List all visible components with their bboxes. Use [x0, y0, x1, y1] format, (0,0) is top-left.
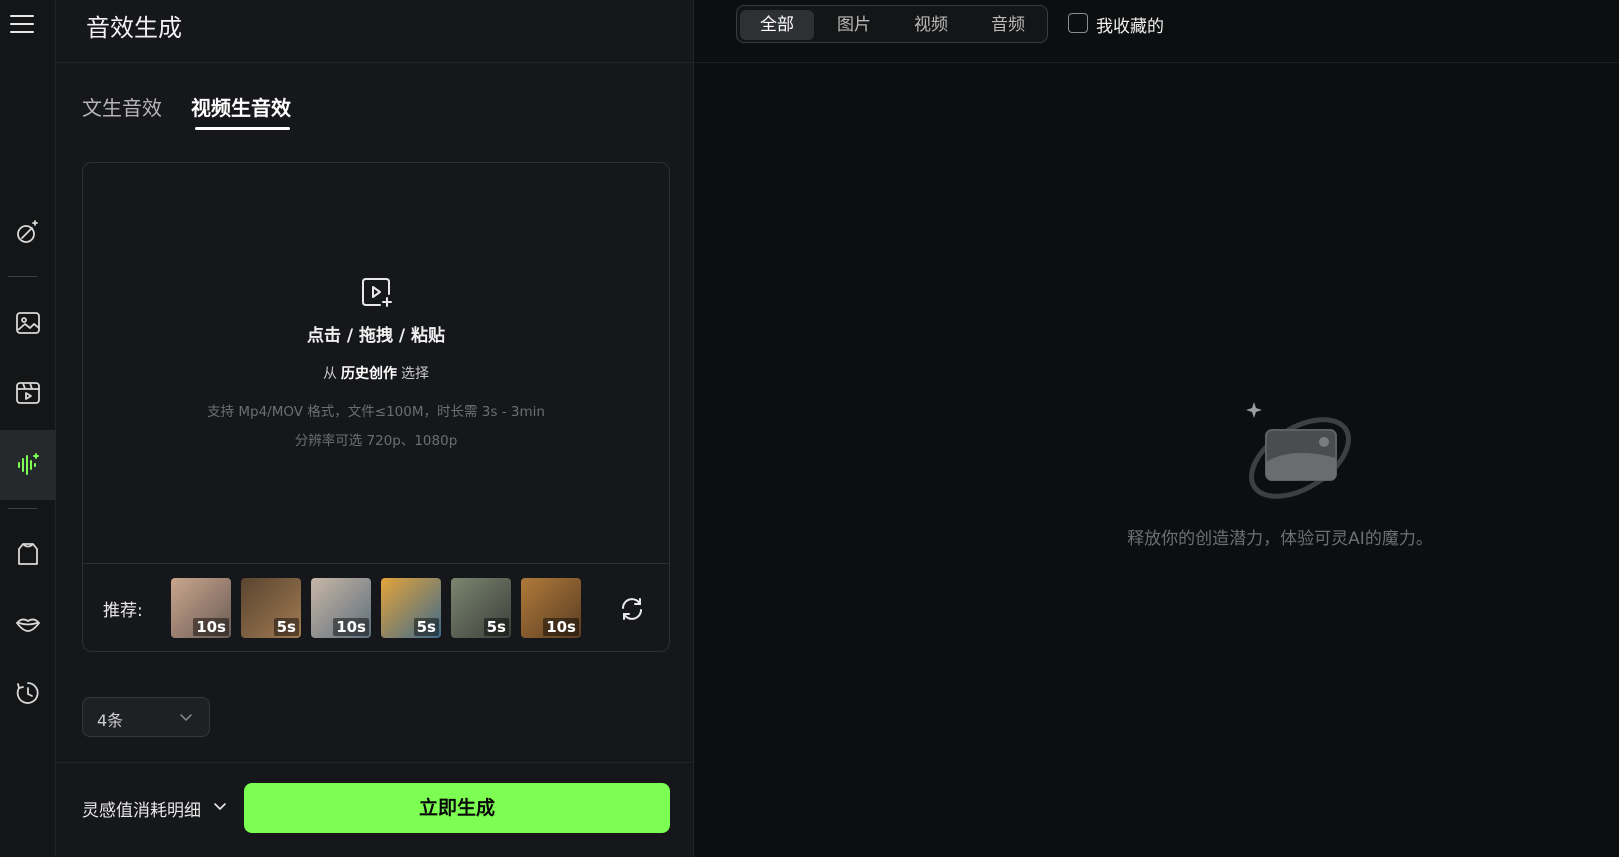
rail-sound-effect-icon[interactable] [0, 430, 56, 500]
rail-video-icon[interactable] [0, 365, 56, 421]
history-creation-link[interactable]: 历史创作 [341, 366, 397, 382]
rail-history-icon[interactable] [0, 665, 56, 721]
sound-effect-panel: 音效生成 文生音效 视频生音效 点击 / 拖拽 / 粘贴 从历史创作 选择 支持 … [56, 0, 694, 857]
page-title: 音效生成 [86, 14, 182, 42]
tab-text-to-sound[interactable]: 文生音效 [82, 92, 162, 121]
rail-clothing-icon[interactable] [0, 526, 56, 582]
tab-active-indicator [195, 127, 290, 130]
filter-video[interactable]: 视频 [894, 10, 968, 40]
resolution-hint: 分辨率可选 720p、1080p [294, 433, 458, 449]
thumbnail-duration: 5s [483, 618, 509, 636]
recommend-label: 推荐: [103, 601, 143, 621]
tab-video-to-sound[interactable]: 视频生音效 [191, 92, 291, 121]
history-select-line: 从历史创作 选择 [83, 363, 669, 383]
divider [56, 762, 694, 763]
recommend-video-thumbnail[interactable]: 10s [171, 578, 231, 638]
rail-image-icon[interactable] [0, 295, 56, 351]
divider [56, 62, 694, 63]
menu-icon[interactable] [8, 10, 36, 38]
left-rail [0, 0, 56, 857]
output-count-select[interactable]: 4条 [82, 697, 210, 737]
cost-detail-toggle[interactable]: 灵感值消耗明细 [82, 796, 201, 821]
filter-image[interactable]: 图片 [817, 10, 891, 40]
output-count-value: 4条 [97, 711, 124, 730]
rail-ai-magic-icon[interactable] [0, 204, 56, 260]
history-suffix: 选择 [401, 366, 429, 382]
rail-lips-icon[interactable] [0, 596, 56, 652]
thumbnail-duration: 5s [273, 618, 299, 636]
upload-instruction: 点击 / 拖拽 / 粘贴 [306, 326, 446, 346]
generate-button[interactable]: 立即生成 [244, 783, 670, 833]
thumbnail-duration: 10s [193, 618, 229, 636]
chevron-down-icon[interactable] [212, 798, 228, 814]
empty-state-text: 释放你的创造潜力，体验可灵AI的魔力。 [1127, 529, 1433, 549]
format-hint: 支持 Mp4/MOV 格式，文件≤100M，时长需 3s - 3min [207, 404, 545, 420]
thumbnail-duration: 10s [543, 618, 579, 636]
recommend-video-thumbnail[interactable]: 5s [451, 578, 511, 638]
chevron-down-icon [180, 714, 192, 722]
recommend-video-thumbnail[interactable]: 5s [241, 578, 301, 638]
refresh-icon[interactable] [619, 596, 645, 622]
upload-video-icon [362, 278, 392, 307]
rail-separator [8, 276, 38, 277]
video-upload-area[interactable]: 点击 / 拖拽 / 粘贴 从历史创作 选择 支持 Mp4/MOV 格式，文件≤10… [82, 162, 670, 652]
history-prefix: 从 [323, 366, 337, 382]
recommend-bar: 推荐: 10s 5s 10s 5s 5s 10s [83, 563, 669, 651]
favorites-checkbox[interactable] [1068, 13, 1088, 33]
media-filter-group: 全部 图片 视频 音频 [736, 5, 1048, 43]
thumbnail-duration: 10s [333, 618, 369, 636]
filter-all[interactable]: 全部 [740, 10, 814, 40]
recommend-video-thumbnail[interactable]: 10s [311, 578, 371, 638]
recommend-video-thumbnail[interactable]: 10s [521, 578, 581, 638]
empty-gallery-illustration-icon [1246, 402, 1351, 499]
favorites-label[interactable]: 我收藏的 [1096, 12, 1164, 37]
recommend-video-thumbnail[interactable]: 5s [381, 578, 441, 638]
rail-separator [8, 508, 38, 509]
divider [695, 62, 1619, 63]
filter-audio[interactable]: 音频 [971, 10, 1045, 40]
thumbnail-duration: 5s [413, 618, 439, 636]
